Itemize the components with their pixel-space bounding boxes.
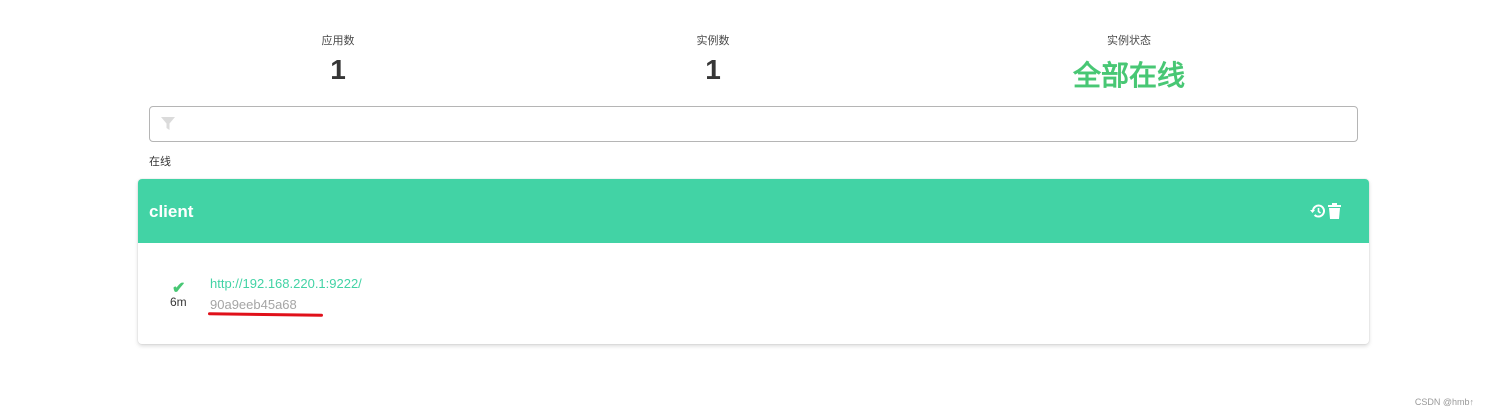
stat-applications: 应用数 1 [188,32,488,86]
section-label: 在线 [149,156,171,168]
instance-url-link[interactable]: http://192.168.220.1:9222/ [210,276,362,291]
stat-label: 应用数 [321,35,355,47]
stat-value: 全部在线 [1072,60,1185,91]
history-icon[interactable] [1310,203,1326,219]
stat-label: 实例数 [696,35,730,47]
application-name: client [149,202,194,221]
stat-status: 实例状态 全部在线 [979,32,1279,94]
instance-age: 6m [170,295,187,309]
trash-icon[interactable] [1328,203,1341,219]
stat-value: 1 [330,54,346,85]
application-card: client [138,179,1369,344]
watermark: CSDN @hmb↑ [1414,397,1474,407]
stat-instances: 实例数 1 [563,32,863,86]
stat-value: 1 [705,54,721,85]
filter-input[interactable] [186,113,1346,135]
filter-icon [161,117,175,130]
filter-field[interactable] [149,106,1358,142]
instance-id[interactable]: 90a9eeb45a68 [210,297,297,312]
stat-label: 实例状态 [1107,35,1151,47]
application-header[interactable]: client [138,179,1369,243]
